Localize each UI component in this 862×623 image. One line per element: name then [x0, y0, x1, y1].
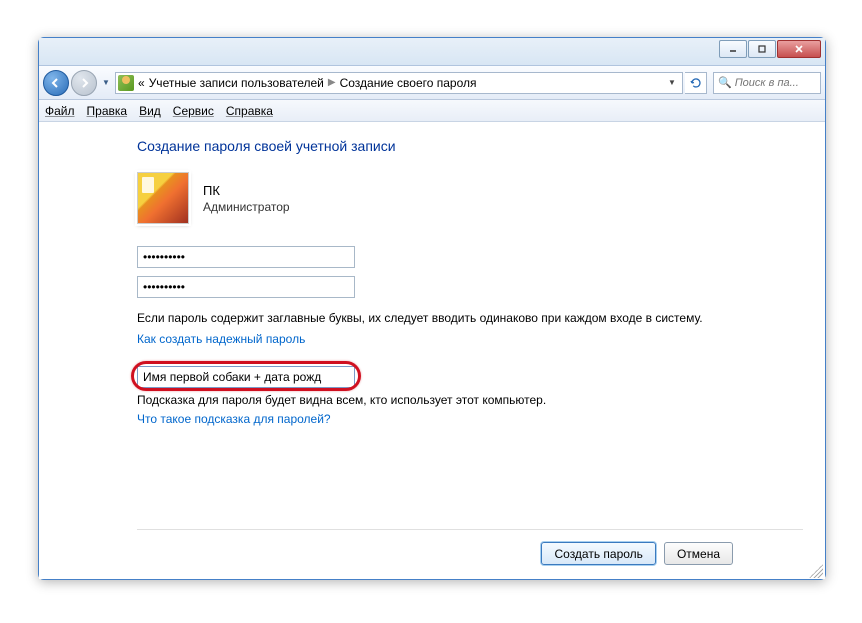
- cancel-button[interactable]: Отмена: [664, 542, 733, 565]
- menu-edit[interactable]: Правка: [87, 104, 128, 118]
- user-name: ПК: [203, 183, 290, 198]
- caps-note-text: Если пароль содержит заглавные буквы, их…: [137, 310, 803, 327]
- history-dropdown-icon[interactable]: ▼: [99, 73, 113, 93]
- confirm-password-field[interactable]: [137, 276, 355, 298]
- search-box[interactable]: 🔍: [713, 72, 821, 94]
- refresh-button[interactable]: [685, 72, 707, 94]
- window-frame: ▼ « Учетные записи пользователей ▶ Созда…: [38, 37, 826, 580]
- address-dropdown-icon[interactable]: ▼: [664, 78, 680, 87]
- hint-section: Подсказка для пароля будет видна всем, к…: [137, 366, 803, 426]
- navigation-bar: ▼ « Учетные записи пользователей ▶ Созда…: [39, 66, 825, 100]
- address-bar[interactable]: « Учетные записи пользователей ▶ Создани…: [115, 72, 683, 94]
- user-info-row: ПК Администратор: [137, 172, 803, 224]
- menu-view[interactable]: Вид: [139, 104, 161, 118]
- minimize-button[interactable]: [719, 40, 747, 58]
- footer-buttons: Создать пароль Отмена: [137, 529, 803, 569]
- content-area: Создание пароля своей учетной записи ПК …: [39, 122, 825, 579]
- menu-tools[interactable]: Сервис: [173, 104, 214, 118]
- password-hint-field[interactable]: [137, 366, 355, 388]
- resize-grip-icon[interactable]: [809, 564, 823, 578]
- control-panel-icon: [118, 75, 134, 91]
- breadcrumb-prefix: «: [138, 76, 145, 90]
- avatar: [137, 172, 189, 224]
- maximize-button[interactable]: [748, 40, 776, 58]
- create-password-button[interactable]: Создать пароль: [541, 542, 655, 565]
- titlebar: [39, 38, 825, 66]
- close-button[interactable]: [777, 40, 821, 58]
- menu-file[interactable]: Файл: [45, 104, 75, 118]
- user-role: Администратор: [203, 200, 290, 214]
- back-button[interactable]: [43, 70, 69, 96]
- hint-note-text: Подсказка для пароля будет видна всем, к…: [137, 392, 803, 409]
- breadcrumb-part1[interactable]: Учетные записи пользователей: [149, 76, 324, 90]
- search-icon: 🔍: [718, 76, 732, 89]
- page-title: Создание пароля своей учетной записи: [137, 138, 803, 154]
- search-input[interactable]: [735, 77, 811, 89]
- breadcrumb-part2[interactable]: Создание своего пароля: [340, 76, 477, 90]
- breadcrumb-separator-icon[interactable]: ▶: [328, 77, 336, 88]
- new-password-field[interactable]: [137, 246, 355, 268]
- menu-bar: Файл Правка Вид Сервис Справка: [39, 100, 825, 122]
- strong-password-link[interactable]: Как создать надежный пароль: [137, 332, 803, 346]
- forward-button[interactable]: [71, 70, 97, 96]
- menu-help[interactable]: Справка: [226, 104, 273, 118]
- hint-help-link[interactable]: Что такое подсказка для паролей?: [137, 412, 803, 426]
